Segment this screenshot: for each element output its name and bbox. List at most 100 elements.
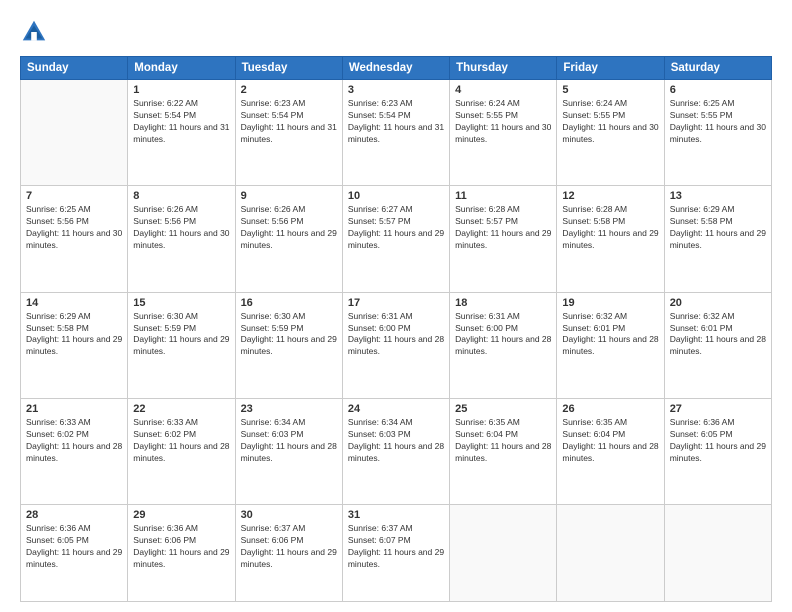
- day-info: Sunrise: 6:25 AMSunset: 5:56 PMDaylight:…: [26, 204, 122, 252]
- day-info: Sunrise: 6:34 AMSunset: 6:03 PMDaylight:…: [241, 417, 337, 465]
- day-number: 27: [670, 403, 766, 415]
- day-number: 20: [670, 297, 766, 309]
- weekday-header-monday: Monday: [128, 57, 235, 80]
- day-info: Sunrise: 6:30 AMSunset: 5:59 PMDaylight:…: [241, 311, 337, 359]
- logo-icon: [20, 18, 48, 46]
- weekday-header-row: SundayMondayTuesdayWednesdayThursdayFrid…: [21, 57, 772, 80]
- calendar-cell: 4 Sunrise: 6:24 AMSunset: 5:55 PMDaylight…: [450, 80, 557, 186]
- calendar-cell: 23Sunrise: 6:34 AMSunset: 6:03 PMDayligh…: [235, 398, 342, 504]
- logo: [20, 18, 52, 46]
- calendar-cell: 22 Sunrise: 6:33 AMSunset: 6:02 PMDayligh…: [128, 398, 235, 504]
- day-number: 15: [133, 297, 229, 309]
- calendar-table: SundayMondayTuesdayWednesdayThursdayFrid…: [20, 56, 772, 602]
- day-number: 30: [241, 509, 337, 521]
- day-number: 28: [26, 509, 122, 521]
- day-number: 3: [348, 84, 444, 96]
- calendar-week-3: 14 Sunrise: 6:29 AMSunset: 5:58 PMDayligh…: [21, 292, 772, 398]
- calendar-cell: 24 Sunrise: 6:34 AMSunset: 6:03 PMDayligh…: [342, 398, 449, 504]
- day-info: Sunrise: 6:31 AMSunset: 6:00 PMDaylight:…: [348, 311, 444, 359]
- day-number: 5: [562, 84, 658, 96]
- day-info: Sunrise: 6:26 AMSunset: 5:56 PMDaylight:…: [133, 204, 229, 252]
- calendar-cell: 31Sunrise: 6:37 AMSunset: 6:07 PMDayligh…: [342, 505, 449, 602]
- day-info: Sunrise: 6:33 AMSunset: 6:02 PMDaylight:…: [26, 417, 122, 465]
- day-info: Sunrise: 6:27 AMSunset: 5:57 PMDaylight:…: [348, 204, 444, 252]
- day-number: 29: [133, 509, 229, 521]
- day-number: 18: [455, 297, 551, 309]
- page: SundayMondayTuesdayWednesdayThursdayFrid…: [0, 0, 792, 612]
- day-number: 10: [348, 190, 444, 202]
- day-info: Sunrise: 6:23 AMSunset: 5:54 PMDaylight:…: [241, 98, 337, 146]
- day-info: Sunrise: 6:36 AMSunset: 6:06 PMDaylight:…: [133, 523, 229, 571]
- day-info: Sunrise: 6:34 AMSunset: 6:03 PMDaylight:…: [348, 417, 444, 465]
- day-info: Sunrise: 6:24 AMSunset: 5:55 PMDaylight:…: [562, 98, 658, 146]
- day-info: Sunrise: 6:22 AMSunset: 5:54 PMDaylight:…: [133, 98, 229, 146]
- day-number: 24: [348, 403, 444, 415]
- calendar-cell: 15 Sunrise: 6:30 AMSunset: 5:59 PMDayligh…: [128, 292, 235, 398]
- day-number: 11: [455, 190, 551, 202]
- calendar-week-2: 7 Sunrise: 6:25 AMSunset: 5:56 PMDaylight…: [21, 186, 772, 292]
- calendar-cell: 2 Sunrise: 6:23 AMSunset: 5:54 PMDaylight…: [235, 80, 342, 186]
- calendar-cell: 9Sunrise: 6:26 AMSunset: 5:56 PMDaylight…: [235, 186, 342, 292]
- calendar-cell: 18Sunrise: 6:31 AMSunset: 6:00 PMDayligh…: [450, 292, 557, 398]
- weekday-header-sunday: Sunday: [21, 57, 128, 80]
- day-info: Sunrise: 6:37 AMSunset: 6:07 PMDaylight:…: [348, 523, 444, 571]
- calendar-cell: 5 Sunrise: 6:24 AMSunset: 5:55 PMDaylight…: [557, 80, 664, 186]
- day-number: 7: [26, 190, 122, 202]
- calendar-cell: 11 Sunrise: 6:28 AMSunset: 5:57 PMDayligh…: [450, 186, 557, 292]
- day-info: Sunrise: 6:25 AMSunset: 5:55 PMDaylight:…: [670, 98, 766, 146]
- day-number: 8: [133, 190, 229, 202]
- day-info: Sunrise: 6:28 AMSunset: 5:57 PMDaylight:…: [455, 204, 551, 252]
- calendar-cell: 21 Sunrise: 6:33 AMSunset: 6:02 PMDayligh…: [21, 398, 128, 504]
- calendar-cell: 8 Sunrise: 6:26 AMSunset: 5:56 PMDaylight…: [128, 186, 235, 292]
- calendar-cell: 19Sunrise: 6:32 AMSunset: 6:01 PMDayligh…: [557, 292, 664, 398]
- day-info: Sunrise: 6:35 AMSunset: 6:04 PMDaylight:…: [562, 417, 658, 465]
- day-info: Sunrise: 6:32 AMSunset: 6:01 PMDaylight:…: [562, 311, 658, 359]
- calendar-cell: 26 Sunrise: 6:35 AMSunset: 6:04 PMDayligh…: [557, 398, 664, 504]
- day-number: 4: [455, 84, 551, 96]
- day-number: 9: [241, 190, 337, 202]
- day-number: 21: [26, 403, 122, 415]
- calendar-cell: 1 Sunrise: 6:22 AMSunset: 5:54 PMDaylight…: [128, 80, 235, 186]
- weekday-header-thursday: Thursday: [450, 57, 557, 80]
- calendar-week-4: 21 Sunrise: 6:33 AMSunset: 6:02 PMDayligh…: [21, 398, 772, 504]
- day-number: 2: [241, 84, 337, 96]
- calendar-week-1: 1 Sunrise: 6:22 AMSunset: 5:54 PMDaylight…: [21, 80, 772, 186]
- calendar-cell: [21, 80, 128, 186]
- calendar-cell: 29 Sunrise: 6:36 AMSunset: 6:06 PMDayligh…: [128, 505, 235, 602]
- day-number: 16: [241, 297, 337, 309]
- day-info: Sunrise: 6:36 AMSunset: 6:05 PMDaylight:…: [26, 523, 122, 571]
- calendar-cell: 12 Sunrise: 6:28 AMSunset: 5:58 PMDayligh…: [557, 186, 664, 292]
- weekday-header-friday: Friday: [557, 57, 664, 80]
- day-number: 12: [562, 190, 658, 202]
- calendar-cell: 13Sunrise: 6:29 AMSunset: 5:58 PMDayligh…: [664, 186, 771, 292]
- day-info: Sunrise: 6:24 AMSunset: 5:55 PMDaylight:…: [455, 98, 551, 146]
- calendar-cell: 16 Sunrise: 6:30 AMSunset: 5:59 PMDayligh…: [235, 292, 342, 398]
- calendar-cell: [664, 505, 771, 602]
- day-info: Sunrise: 6:29 AMSunset: 5:58 PMDaylight:…: [26, 311, 122, 359]
- calendar-cell: 20 Sunrise: 6:32 AMSunset: 6:01 PMDayligh…: [664, 292, 771, 398]
- day-info: Sunrise: 6:29 AMSunset: 5:58 PMDaylight:…: [670, 204, 766, 252]
- calendar-cell: 10 Sunrise: 6:27 AMSunset: 5:57 PMDayligh…: [342, 186, 449, 292]
- calendar-cell: 7 Sunrise: 6:25 AMSunset: 5:56 PMDaylight…: [21, 186, 128, 292]
- calendar-cell: 14 Sunrise: 6:29 AMSunset: 5:58 PMDayligh…: [21, 292, 128, 398]
- calendar-cell: 27 Sunrise: 6:36 AMSunset: 6:05 PMDayligh…: [664, 398, 771, 504]
- day-info: Sunrise: 6:28 AMSunset: 5:58 PMDaylight:…: [562, 204, 658, 252]
- day-number: 14: [26, 297, 122, 309]
- calendar-cell: 28 Sunrise: 6:36 AMSunset: 6:05 PMDayligh…: [21, 505, 128, 602]
- day-number: 26: [562, 403, 658, 415]
- day-number: 1: [133, 84, 229, 96]
- day-info: Sunrise: 6:32 AMSunset: 6:01 PMDaylight:…: [670, 311, 766, 359]
- day-number: 6: [670, 84, 766, 96]
- day-number: 22: [133, 403, 229, 415]
- day-number: 25: [455, 403, 551, 415]
- calendar-cell: [450, 505, 557, 602]
- calendar-cell: 3Sunrise: 6:23 AMSunset: 5:54 PMDaylight…: [342, 80, 449, 186]
- day-info: Sunrise: 6:36 AMSunset: 6:05 PMDaylight:…: [670, 417, 766, 465]
- calendar-cell: 25Sunrise: 6:35 AMSunset: 6:04 PMDayligh…: [450, 398, 557, 504]
- day-info: Sunrise: 6:30 AMSunset: 5:59 PMDaylight:…: [133, 311, 229, 359]
- day-info: Sunrise: 6:37 AMSunset: 6:06 PMDaylight:…: [241, 523, 337, 571]
- day-info: Sunrise: 6:33 AMSunset: 6:02 PMDaylight:…: [133, 417, 229, 465]
- weekday-header-saturday: Saturday: [664, 57, 771, 80]
- day-number: 17: [348, 297, 444, 309]
- calendar-cell: 6 Sunrise: 6:25 AMSunset: 5:55 PMDaylight…: [664, 80, 771, 186]
